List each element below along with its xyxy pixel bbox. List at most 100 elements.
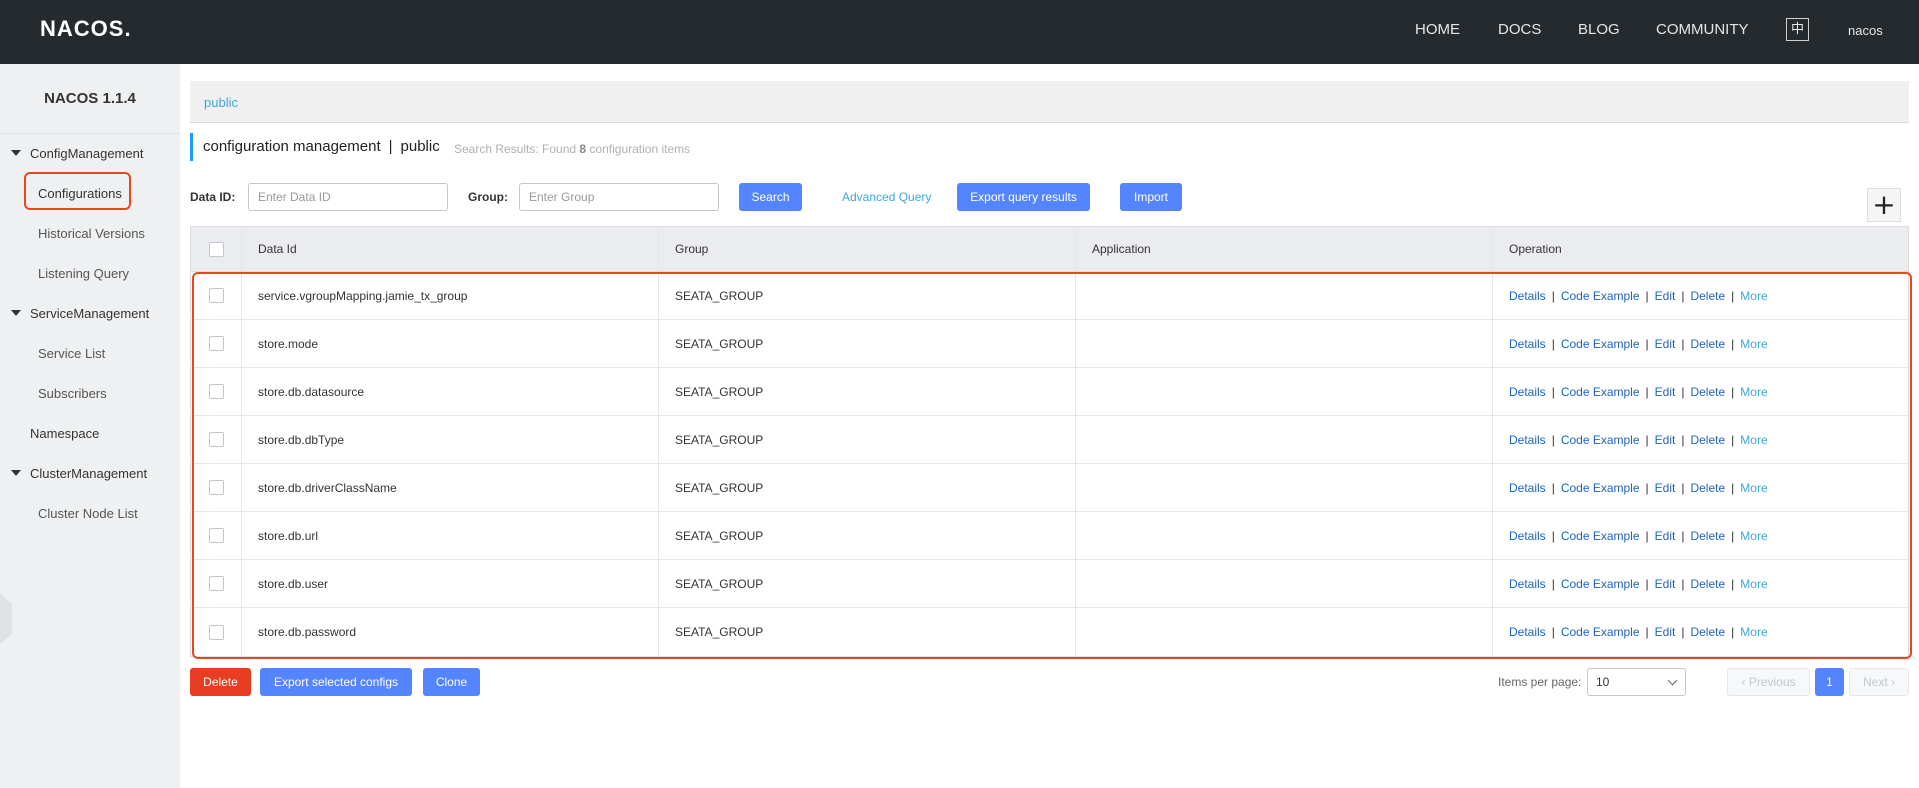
- items-per-page-select[interactable]: 10: [1587, 668, 1686, 696]
- sidebar: NACOS 1.1.4 ConfigManagement Configurati…: [0, 64, 180, 788]
- delete-link[interactable]: Delete: [1690, 625, 1725, 639]
- more-link[interactable]: More: [1740, 289, 1767, 303]
- details-link[interactable]: Details: [1509, 337, 1546, 351]
- search-button[interactable]: Search: [739, 183, 802, 211]
- delete-link[interactable]: Delete: [1690, 481, 1725, 495]
- sidebar-group-servicemanagement[interactable]: ServiceManagement: [30, 306, 149, 321]
- operation-separator: |: [1681, 432, 1685, 447]
- edit-link[interactable]: Edit: [1655, 529, 1676, 543]
- row-checkbox[interactable]: [208, 576, 224, 591]
- sidebar-item-service-list[interactable]: Service List: [38, 346, 105, 361]
- code-example-link[interactable]: Code Example: [1561, 289, 1640, 303]
- export-selected-configs-button[interactable]: Export selected configs: [260, 668, 412, 696]
- sidebar-group-configmanagement[interactable]: ConfigManagement: [30, 146, 143, 161]
- nav-community[interactable]: COMMUNITY: [1656, 21, 1749, 38]
- delete-link[interactable]: Delete: [1690, 385, 1725, 399]
- delete-link[interactable]: Delete: [1690, 289, 1725, 303]
- clone-button[interactable]: Clone: [423, 668, 480, 696]
- details-link[interactable]: Details: [1509, 289, 1546, 303]
- cell-dataid: store.db.dbType: [242, 416, 659, 463]
- sidebar-item-historical-versions[interactable]: Historical Versions: [38, 226, 145, 241]
- details-link[interactable]: Details: [1509, 625, 1546, 639]
- export-query-results-button[interactable]: Export query results: [957, 183, 1090, 211]
- row-checkbox[interactable]: [208, 384, 224, 399]
- more-link[interactable]: More: [1740, 529, 1767, 543]
- cell-application: [1076, 512, 1493, 559]
- more-link[interactable]: More: [1740, 433, 1767, 447]
- previous-page-button[interactable]: ‹ Previous: [1727, 668, 1810, 696]
- caret-down-icon[interactable]: [11, 470, 21, 476]
- operation-separator: |: [1681, 288, 1685, 303]
- delete-button[interactable]: Delete: [190, 668, 251, 696]
- sidebar-item-namespace[interactable]: Namespace: [30, 426, 99, 441]
- language-toggle-button[interactable]: 中: [1786, 18, 1809, 41]
- namespace-link-public[interactable]: public: [204, 95, 238, 110]
- more-link[interactable]: More: [1740, 481, 1767, 495]
- row-checkbox[interactable]: [208, 336, 224, 351]
- sidebar-collapse-handle[interactable]: [0, 594, 12, 644]
- code-example-link[interactable]: Code Example: [1561, 577, 1640, 591]
- edit-link[interactable]: Edit: [1655, 385, 1676, 399]
- delete-link[interactable]: Delete: [1690, 433, 1725, 447]
- details-link[interactable]: Details: [1509, 577, 1546, 591]
- delete-link[interactable]: Delete: [1690, 337, 1725, 351]
- operation-separator: |: [1681, 576, 1685, 591]
- cell-application: [1076, 320, 1493, 367]
- edit-link[interactable]: Edit: [1655, 337, 1676, 351]
- user-menu[interactable]: nacos: [1848, 23, 1883, 38]
- sidebar-item-subscribers[interactable]: Subscribers: [38, 386, 107, 401]
- operation-separator: |: [1551, 432, 1555, 447]
- operation-separator: |: [1681, 480, 1685, 495]
- details-link[interactable]: Details: [1509, 433, 1546, 447]
- row-checkbox[interactable]: [208, 432, 224, 447]
- group-input[interactable]: [519, 183, 719, 211]
- sidebar-item-listening-query[interactable]: Listening Query: [38, 266, 129, 281]
- more-link[interactable]: More: [1740, 337, 1767, 351]
- details-link[interactable]: Details: [1509, 481, 1546, 495]
- nav-docs[interactable]: DOCS: [1498, 21, 1541, 38]
- sidebar-item-cluster-node-list[interactable]: Cluster Node List: [38, 506, 138, 521]
- code-example-link[interactable]: Code Example: [1561, 385, 1640, 399]
- code-example-link[interactable]: Code Example: [1561, 625, 1640, 639]
- edit-link[interactable]: Edit: [1655, 577, 1676, 591]
- code-example-link[interactable]: Code Example: [1561, 481, 1640, 495]
- edit-link[interactable]: Edit: [1655, 625, 1676, 639]
- import-button[interactable]: Import: [1120, 183, 1182, 211]
- details-link[interactable]: Details: [1509, 529, 1546, 543]
- row-checkbox[interactable]: [208, 624, 224, 640]
- dataid-input[interactable]: [248, 183, 448, 211]
- operation-separator: |: [1551, 576, 1555, 591]
- edit-link[interactable]: Edit: [1655, 433, 1676, 447]
- caret-down-icon[interactable]: [11, 150, 21, 156]
- nacos-logo[interactable]: NACOS.: [40, 16, 132, 42]
- header-checkbox-cell: [191, 227, 242, 271]
- select-all-checkbox[interactable]: [208, 241, 224, 257]
- nav-home[interactable]: HOME: [1415, 21, 1460, 38]
- next-page-button[interactable]: Next ›: [1849, 668, 1909, 696]
- cell-dataid: store.db.password: [242, 608, 659, 656]
- title-separator: |: [388, 138, 393, 155]
- page-1-button[interactable]: 1: [1815, 668, 1844, 696]
- advanced-query-link[interactable]: Advanced Query: [842, 190, 931, 204]
- code-example-link[interactable]: Code Example: [1561, 433, 1640, 447]
- sidebar-group-clustermanagement[interactable]: ClusterManagement: [30, 466, 147, 481]
- cell-application: [1076, 560, 1493, 607]
- edit-link[interactable]: Edit: [1655, 289, 1676, 303]
- add-config-plus-icon[interactable]: +: [1867, 188, 1901, 222]
- more-link[interactable]: More: [1740, 625, 1767, 639]
- row-checkbox[interactable]: [208, 480, 224, 495]
- code-example-link[interactable]: Code Example: [1561, 529, 1640, 543]
- delete-link[interactable]: Delete: [1690, 577, 1725, 591]
- more-link[interactable]: More: [1740, 385, 1767, 399]
- code-example-link[interactable]: Code Example: [1561, 337, 1640, 351]
- row-checkbox[interactable]: [208, 528, 224, 543]
- caret-down-icon[interactable]: [11, 310, 21, 316]
- edit-link[interactable]: Edit: [1655, 481, 1676, 495]
- operation-separator: |: [1645, 480, 1649, 495]
- details-link[interactable]: Details: [1509, 385, 1546, 399]
- row-checkbox[interactable]: [208, 288, 224, 303]
- nav-blog[interactable]: BLOG: [1578, 21, 1620, 38]
- cell-operation: Details | Code Example | Edit | Delete | More: [1493, 416, 1908, 463]
- delete-link[interactable]: Delete: [1690, 529, 1725, 543]
- more-link[interactable]: More: [1740, 577, 1767, 591]
